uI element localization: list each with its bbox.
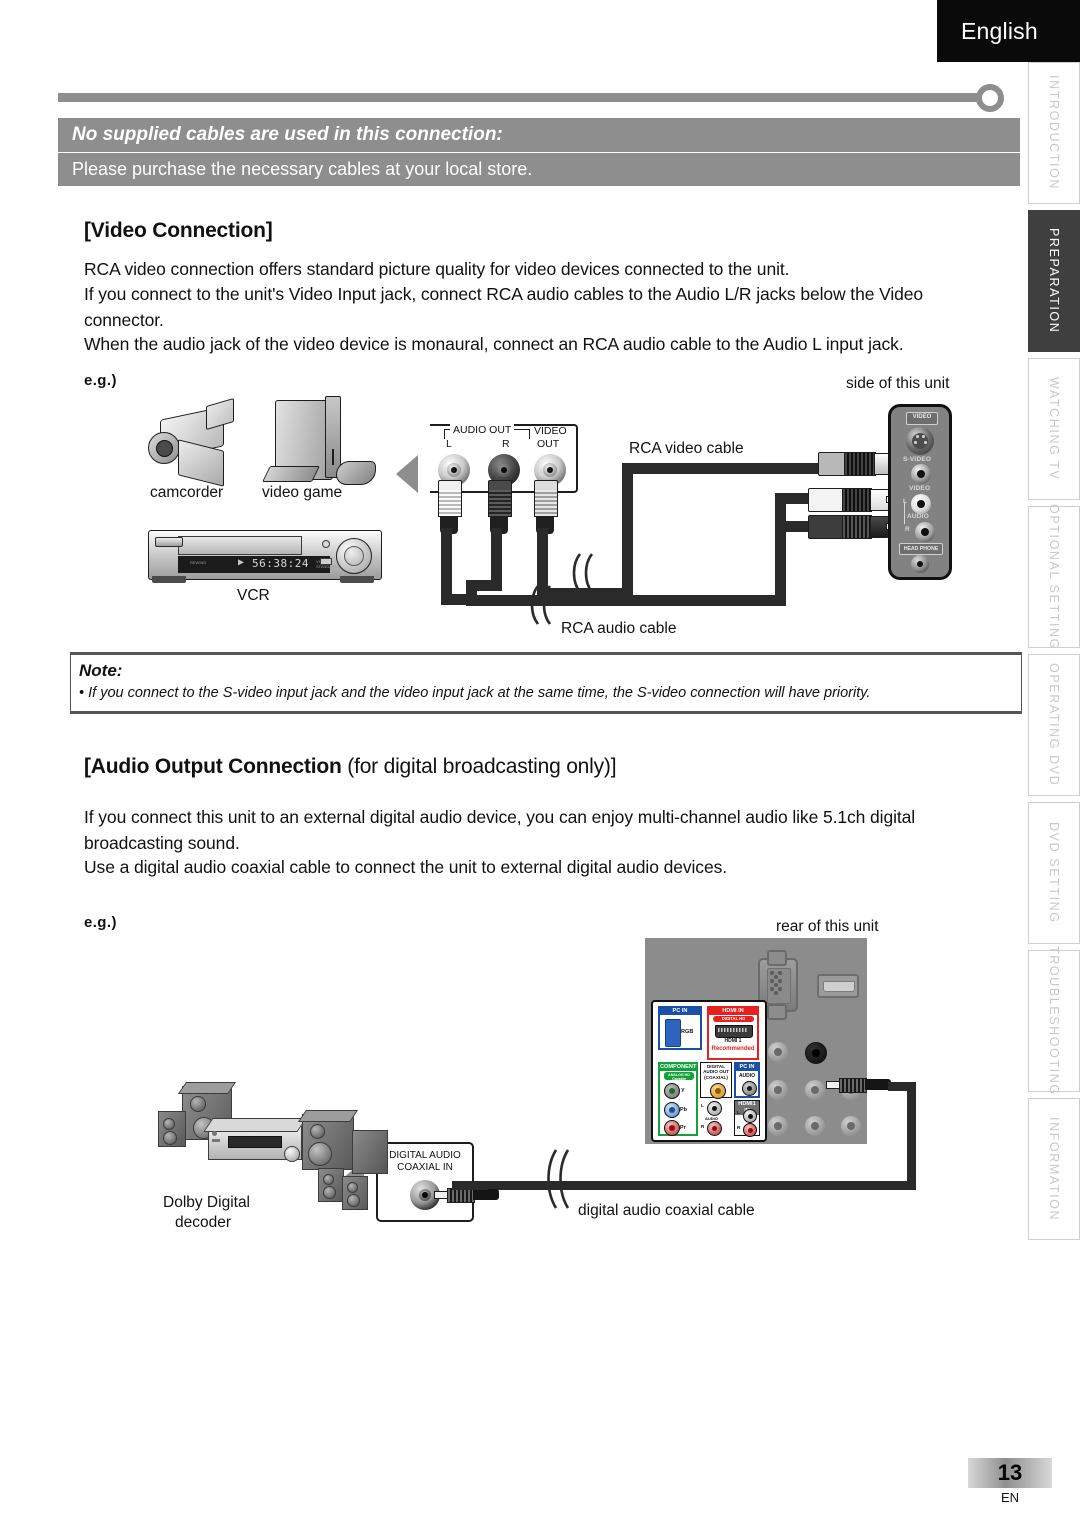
tab-label-dvd-setting: DVD SETTING (1047, 822, 1061, 924)
component-block: COMPONENT ANALOG HD Capable Y Pb Pr (658, 1062, 698, 1136)
digital-audio-out-line1: DIGITAL (706, 1064, 726, 1069)
audio-output-diagram: rear of this unit PC IN RGB HDMI IN DIGI… (0, 0, 1020, 1280)
hdmi1-audio-r-jack (743, 1123, 757, 1137)
manual-page: English No supplied cables are used in t… (0, 0, 1080, 1526)
hdmi1-audio-l-jack (743, 1109, 757, 1123)
component-audio-l-label: L (701, 1103, 704, 1108)
tab-label-optional-setting: OPTIONAL SETTING (1047, 504, 1061, 650)
rear-connector-card: PC IN RGB HDMI IN DIGITAL HD Capable HDM… (651, 1000, 767, 1142)
component-audio-r-jack (707, 1121, 722, 1136)
decoder-plate-line1: DIGITAL AUDIO (389, 1150, 461, 1161)
section-tabs: INTRODUCTION PREPARATION WATCHING TV OPT… (1028, 62, 1080, 1362)
sidebar-item-information[interactable]: INFORMATION (1028, 1098, 1080, 1240)
pc-in-audio-title: PC IN (736, 1064, 758, 1071)
rear-jack-3 (768, 1080, 788, 1100)
coax-wire-seg-3 (470, 1181, 916, 1190)
rear-panel: PC IN RGB HDMI IN DIGITAL HD Capable HDM… (645, 938, 867, 1144)
component-audio-block: L AUDIO R (700, 1100, 732, 1136)
component-title: COMPONENT (660, 1064, 697, 1071)
coax-wire-seg-2 (907, 1082, 916, 1190)
hdmi-recommended-label: Recommended (711, 1046, 755, 1052)
tab-label-preparation: PREPARATION (1047, 228, 1061, 334)
component-pb-label: Pb (680, 1107, 687, 1113)
page-number: 13 (968, 1458, 1052, 1488)
rear-jack-7 (805, 1116, 825, 1136)
coax-wire-seg-4 (452, 1181, 488, 1190)
pc-in-rgb-block: PC IN RGB (658, 1006, 702, 1050)
hdmi-in-block: HDMI IN DIGITAL HD Capable HDMI 1 Recomm… (707, 1006, 759, 1060)
sidebar-item-watching-tv[interactable]: WATCHING TV (1028, 358, 1080, 500)
rear-jack-coaxial-used (805, 1042, 827, 1064)
hdmi-port (817, 974, 859, 998)
dolby-decoder-label-line1: Dolby Digital (163, 1194, 251, 1211)
rear-jack-4 (805, 1080, 825, 1100)
sidebar-item-introduction[interactable]: INTRODUCTION (1028, 62, 1080, 204)
tab-label-watching-tv: WATCHING TV (1047, 377, 1061, 481)
coax-cable-break-icon (547, 1149, 570, 1209)
component-capable-badge: ANALOG HD Capable (664, 1072, 694, 1081)
rear-jack-8 (841, 1116, 861, 1136)
dolby-decoder-label-line2: decoder (175, 1214, 232, 1231)
rear-jack-6 (768, 1116, 788, 1136)
sidebar-item-optional-setting[interactable]: OPTIONAL SETTING (1028, 504, 1080, 650)
hdmi1-l-label: L (737, 1110, 740, 1115)
pc-in-audio-block: PC IN AUDIO (734, 1062, 760, 1098)
component-audio-r-label: R (701, 1124, 705, 1129)
hdmi1-port-label: HDMI 1 (724, 1038, 742, 1044)
digital-audio-out-block: DIGITAL AUDIO OUT (COAXIAL) (700, 1062, 732, 1099)
tab-label-troubleshooting: TROUBLESHOOTING (1047, 946, 1061, 1096)
sidebar-item-preparation[interactable]: PREPARATION (1028, 210, 1080, 352)
decoder-plate-line2: COAXIAL IN (397, 1162, 453, 1173)
component-y-label: Y (681, 1088, 685, 1094)
tab-label-operating-dvd: OPERATING DVD (1047, 663, 1061, 787)
component-pr-jack (664, 1120, 680, 1136)
digital-audio-coaxial-jack (710, 1083, 726, 1099)
component-pb-jack (664, 1102, 680, 1118)
pc-in-rgb-title: PC IN (660, 1008, 700, 1015)
component-y-jack (664, 1083, 680, 1099)
hdmi-capable-badge: DIGITAL HD Capable (713, 1016, 754, 1027)
pc-audio-jack (742, 1081, 757, 1096)
tab-label-information: INFORMATION (1047, 1116, 1061, 1222)
sidebar-item-operating-dvd[interactable]: OPERATING DVD (1028, 654, 1080, 796)
component-pr-label: Pr (680, 1125, 686, 1131)
sidebar-item-dvd-setting[interactable]: DVD SETTING (1028, 802, 1080, 944)
rear-jack-1 (768, 1042, 788, 1062)
pc-in-audio-label: AUDIO (738, 1073, 756, 1079)
hdmi1-r-label: R (737, 1125, 741, 1130)
rgb-label: RGB (681, 1029, 694, 1035)
sidebar-item-troubleshooting[interactable]: TROUBLESHOOTING (1028, 946, 1080, 1096)
component-audio-l-jack (707, 1101, 722, 1116)
tab-label-introduction: INTRODUCTION (1047, 75, 1061, 191)
hdmi-in-title: HDMI IN (709, 1008, 757, 1015)
hdmi1-in-audio-block: HDMI1 IN L R (734, 1100, 760, 1137)
rear-of-unit-caption: rear of this unit (776, 918, 879, 935)
digital-audio-coaxial-cable-label: digital audio coaxial cable (578, 1202, 755, 1219)
digital-audio-out-line3: (COAXIAL) (704, 1074, 728, 1080)
page-language-code: EN (1000, 1490, 1020, 1505)
digital-audio-out-line2: AUDIO OUT (703, 1069, 729, 1075)
